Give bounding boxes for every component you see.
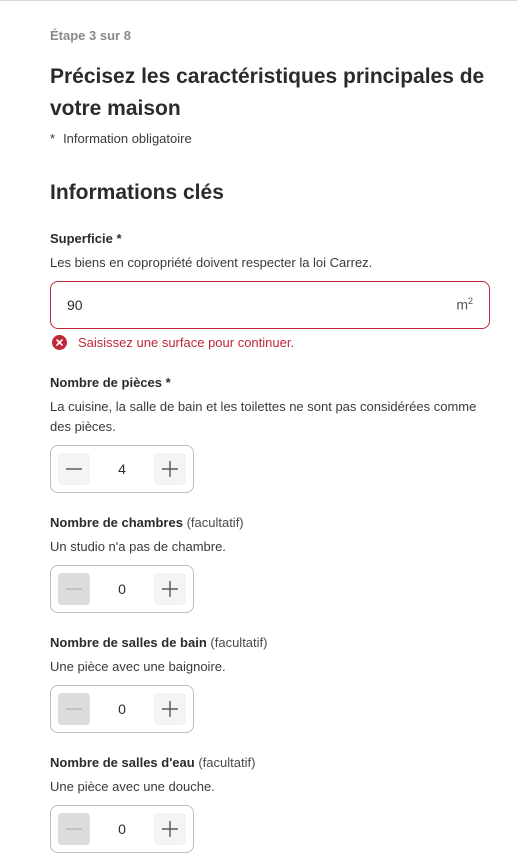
required-note: * Information obligatoire [50,131,192,146]
rooms-increment-button[interactable] [154,453,186,485]
bathrooms-stepper: 0 [50,685,194,733]
plus-icon [162,701,178,717]
bathrooms-increment-button[interactable] [154,693,186,725]
bathrooms-label: Nombre de salles de bain (facultatif) [50,635,267,650]
top-divider [0,0,517,1]
surface-unit-base: m [456,296,468,313]
section-title: Informations clés [50,181,224,204]
required-star: * [50,131,56,146]
surface-error: Saisissez une surface pour continuer. [52,335,294,350]
shower-rooms-label: Nombre de salles d'eau (facultatif) [50,755,255,770]
bedrooms-label: Nombre de chambres (facultatif) [50,515,244,530]
surface-label: Superficie * [50,231,122,246]
rooms-help: La cuisine, la salle de bain et les toil… [50,399,477,434]
bedrooms-increment-button[interactable] [154,573,186,605]
rooms-label: Nombre de pièces * [50,375,171,390]
required-note-text: Information obligatoire [63,131,192,146]
step-indicator: Étape 3 sur 8 [50,28,131,43]
bathrooms-help: Une pièce avec une baignoire. [50,659,226,674]
surface-input-value[interactable]: 90 [67,297,83,313]
plus-icon [162,821,178,837]
surface-help: Les biens en copropriété doivent respect… [50,255,373,270]
surface-error-text: Saisissez une surface pour continuer. [78,335,295,350]
bedrooms-help: Un studio n'a pas de chambre. [50,539,226,554]
bathrooms-optional: (facultatif) [210,635,268,650]
shower-rooms-help: Une pièce avec une douche. [50,779,215,794]
shower-rooms-label-text: Nombre de salles d'eau [50,755,195,770]
rooms-stepper: 4 [50,445,194,493]
page-title: Précisez les caractéristiques principale… [50,65,485,120]
bedrooms-stepper: 0 [50,565,194,613]
bedrooms-optional: (facultatif) [186,515,244,530]
surface-unit-exponent: 2 [467,296,473,306]
surface-unit: m2 [456,296,473,313]
plus-icon [162,461,178,477]
shower-rooms-stepper: 0 [50,805,194,853]
shower-rooms-increment-button[interactable] [154,813,186,845]
plus-icon [162,581,178,597]
error-circle-icon [52,335,67,350]
bathrooms-label-text: Nombre de salles de bain [50,635,207,650]
bedrooms-label-text: Nombre de chambres [50,515,183,530]
shower-rooms-optional: (facultatif) [198,755,256,770]
surface-input[interactable]: 90 m2 [50,281,490,329]
